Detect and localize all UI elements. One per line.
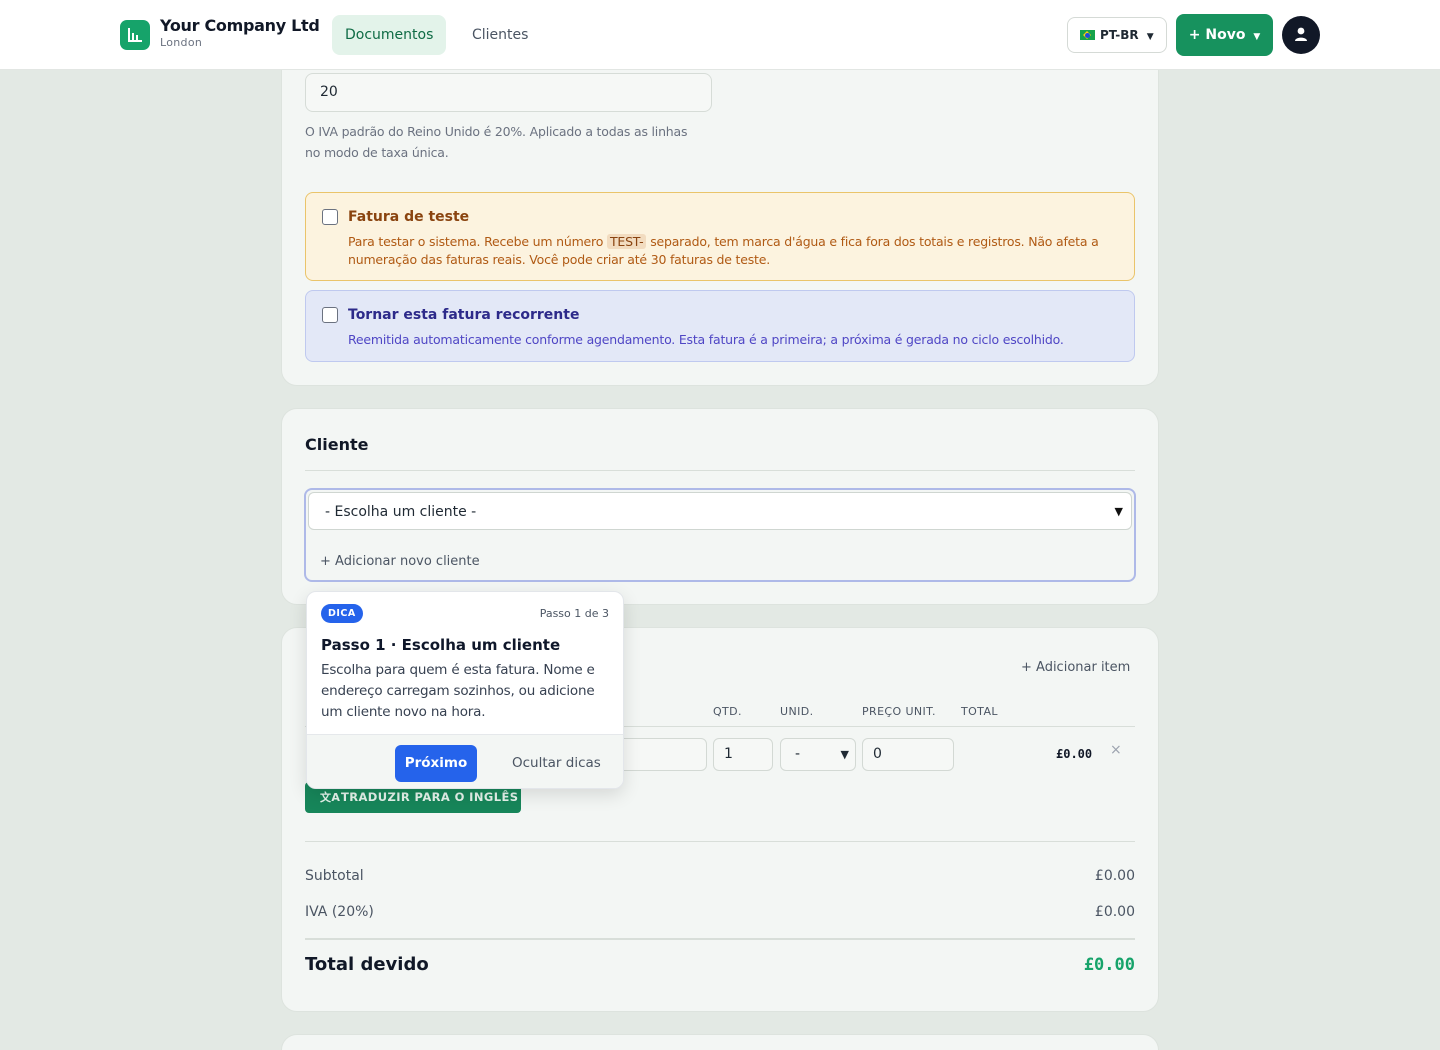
tab-clientes[interactable]: Clientes xyxy=(459,15,541,55)
chevron-down-icon: ▼ xyxy=(1114,505,1123,518)
column-header-unit-price: PREÇO UNIT. xyxy=(862,705,936,718)
brazil-flag-icon xyxy=(1080,30,1095,40)
client-picker: - Escolha um cliente - ▼ + Adicionar nov… xyxy=(304,488,1136,582)
recurring-title: Tornar esta fatura recorrente xyxy=(348,307,580,323)
item-unit-value: - xyxy=(795,746,801,762)
test-invoice-checkbox[interactable] xyxy=(322,209,338,225)
translate-label: TRADUZIR PARA O INGLÊS xyxy=(341,790,519,804)
test-prefix-code: TEST- xyxy=(606,234,647,249)
chevron-down-icon: ▼ xyxy=(1146,32,1154,42)
add-client-link[interactable]: + Adicionar novo cliente xyxy=(320,554,480,569)
client-select-value: - Escolha um cliente - xyxy=(325,504,477,520)
summary-divider xyxy=(305,841,1135,842)
company-info: Your Company Ltd London xyxy=(160,16,320,49)
recurring-option: Tornar esta fatura recorrente Reemitida … xyxy=(305,290,1135,362)
chevron-down-icon: ▼ xyxy=(840,748,849,761)
column-header-unit: UNID. xyxy=(780,705,814,718)
company-city: London xyxy=(160,36,203,49)
company-name: Your Company Ltd xyxy=(160,16,320,35)
vat-rate-input[interactable]: 20 xyxy=(305,73,712,112)
subtotal-value: £0.00 xyxy=(1094,868,1135,884)
column-header-total: TOTAL xyxy=(961,705,998,718)
new-button-label: + Novo xyxy=(1188,27,1246,43)
vat-label: IVA (20%) xyxy=(305,904,374,920)
column-header-qty: QTD. xyxy=(713,705,742,718)
next-button[interactable]: Próximo xyxy=(395,745,477,782)
top-navbar: Your Company Ltd London Documentos Clien… xyxy=(0,0,1440,70)
test-invoice-title: Fatura de teste xyxy=(348,209,470,225)
hide-tips-button[interactable]: Ocultar dicas xyxy=(512,745,601,782)
test-invoice-option: Fatura de teste Para testar o sistema. R… xyxy=(305,192,1135,281)
user-icon xyxy=(1295,27,1307,41)
vat-value: £0.00 xyxy=(1094,904,1135,920)
recurring-checkbox[interactable] xyxy=(322,307,338,323)
tip-body: Escolha para quem é esta fatura. Nome e … xyxy=(321,662,595,720)
company-logo[interactable] xyxy=(120,20,150,50)
tip-step-counter: Passo 1 de 3 xyxy=(539,607,609,620)
test-invoice-description: Para testar o sistema. Recebe um número … xyxy=(348,233,1108,269)
item-qty-input[interactable]: 1 xyxy=(713,738,773,771)
chevron-down-icon: ▼ xyxy=(1253,32,1261,42)
tip-footer: Próximo Ocultar dicas xyxy=(307,734,623,788)
total-due-label: Total devido xyxy=(305,954,429,975)
section-divider xyxy=(305,470,1135,471)
new-document-button[interactable]: + Novo ▼ xyxy=(1176,14,1273,56)
recurring-description: Reemitida automaticamente conforme agend… xyxy=(348,332,1064,347)
subtotal-label: Subtotal xyxy=(305,868,364,884)
language-selector[interactable]: PT-BR ▼ xyxy=(1067,17,1167,53)
remove-item-icon[interactable]: × xyxy=(1110,742,1122,758)
item-unit-select[interactable]: - ▼ xyxy=(780,738,856,771)
client-section-title: Cliente xyxy=(305,435,369,454)
total-divider xyxy=(305,938,1135,940)
item-unit-price-input[interactable]: 0 xyxy=(862,738,954,771)
total-due-value: £0.00 xyxy=(1083,955,1135,975)
next-section-card xyxy=(281,1034,1159,1050)
test-invoice-desc-start: Para testar o sistema. Recebe um número xyxy=(348,234,604,249)
avatar[interactable] xyxy=(1282,16,1320,54)
vat-help-text: O IVA padrão do Reino Unido é 20%. Aplic… xyxy=(305,124,688,160)
tip-title: Passo 1 · Escolha um cliente xyxy=(321,636,561,654)
add-item-button[interactable]: + Adicionar item xyxy=(1021,660,1130,675)
onboarding-tooltip: DICA Passo 1 de 3 Passo 1 · Escolha um c… xyxy=(306,591,624,789)
client-select[interactable]: - Escolha um cliente - ▼ xyxy=(308,492,1132,530)
chart-bar-icon xyxy=(128,28,142,42)
item-line-total: £0.00 xyxy=(1056,747,1093,761)
tab-documentos[interactable]: Documentos xyxy=(332,15,447,55)
language-label: PT-BR xyxy=(1100,28,1139,42)
tip-badge: DICA xyxy=(321,604,363,623)
